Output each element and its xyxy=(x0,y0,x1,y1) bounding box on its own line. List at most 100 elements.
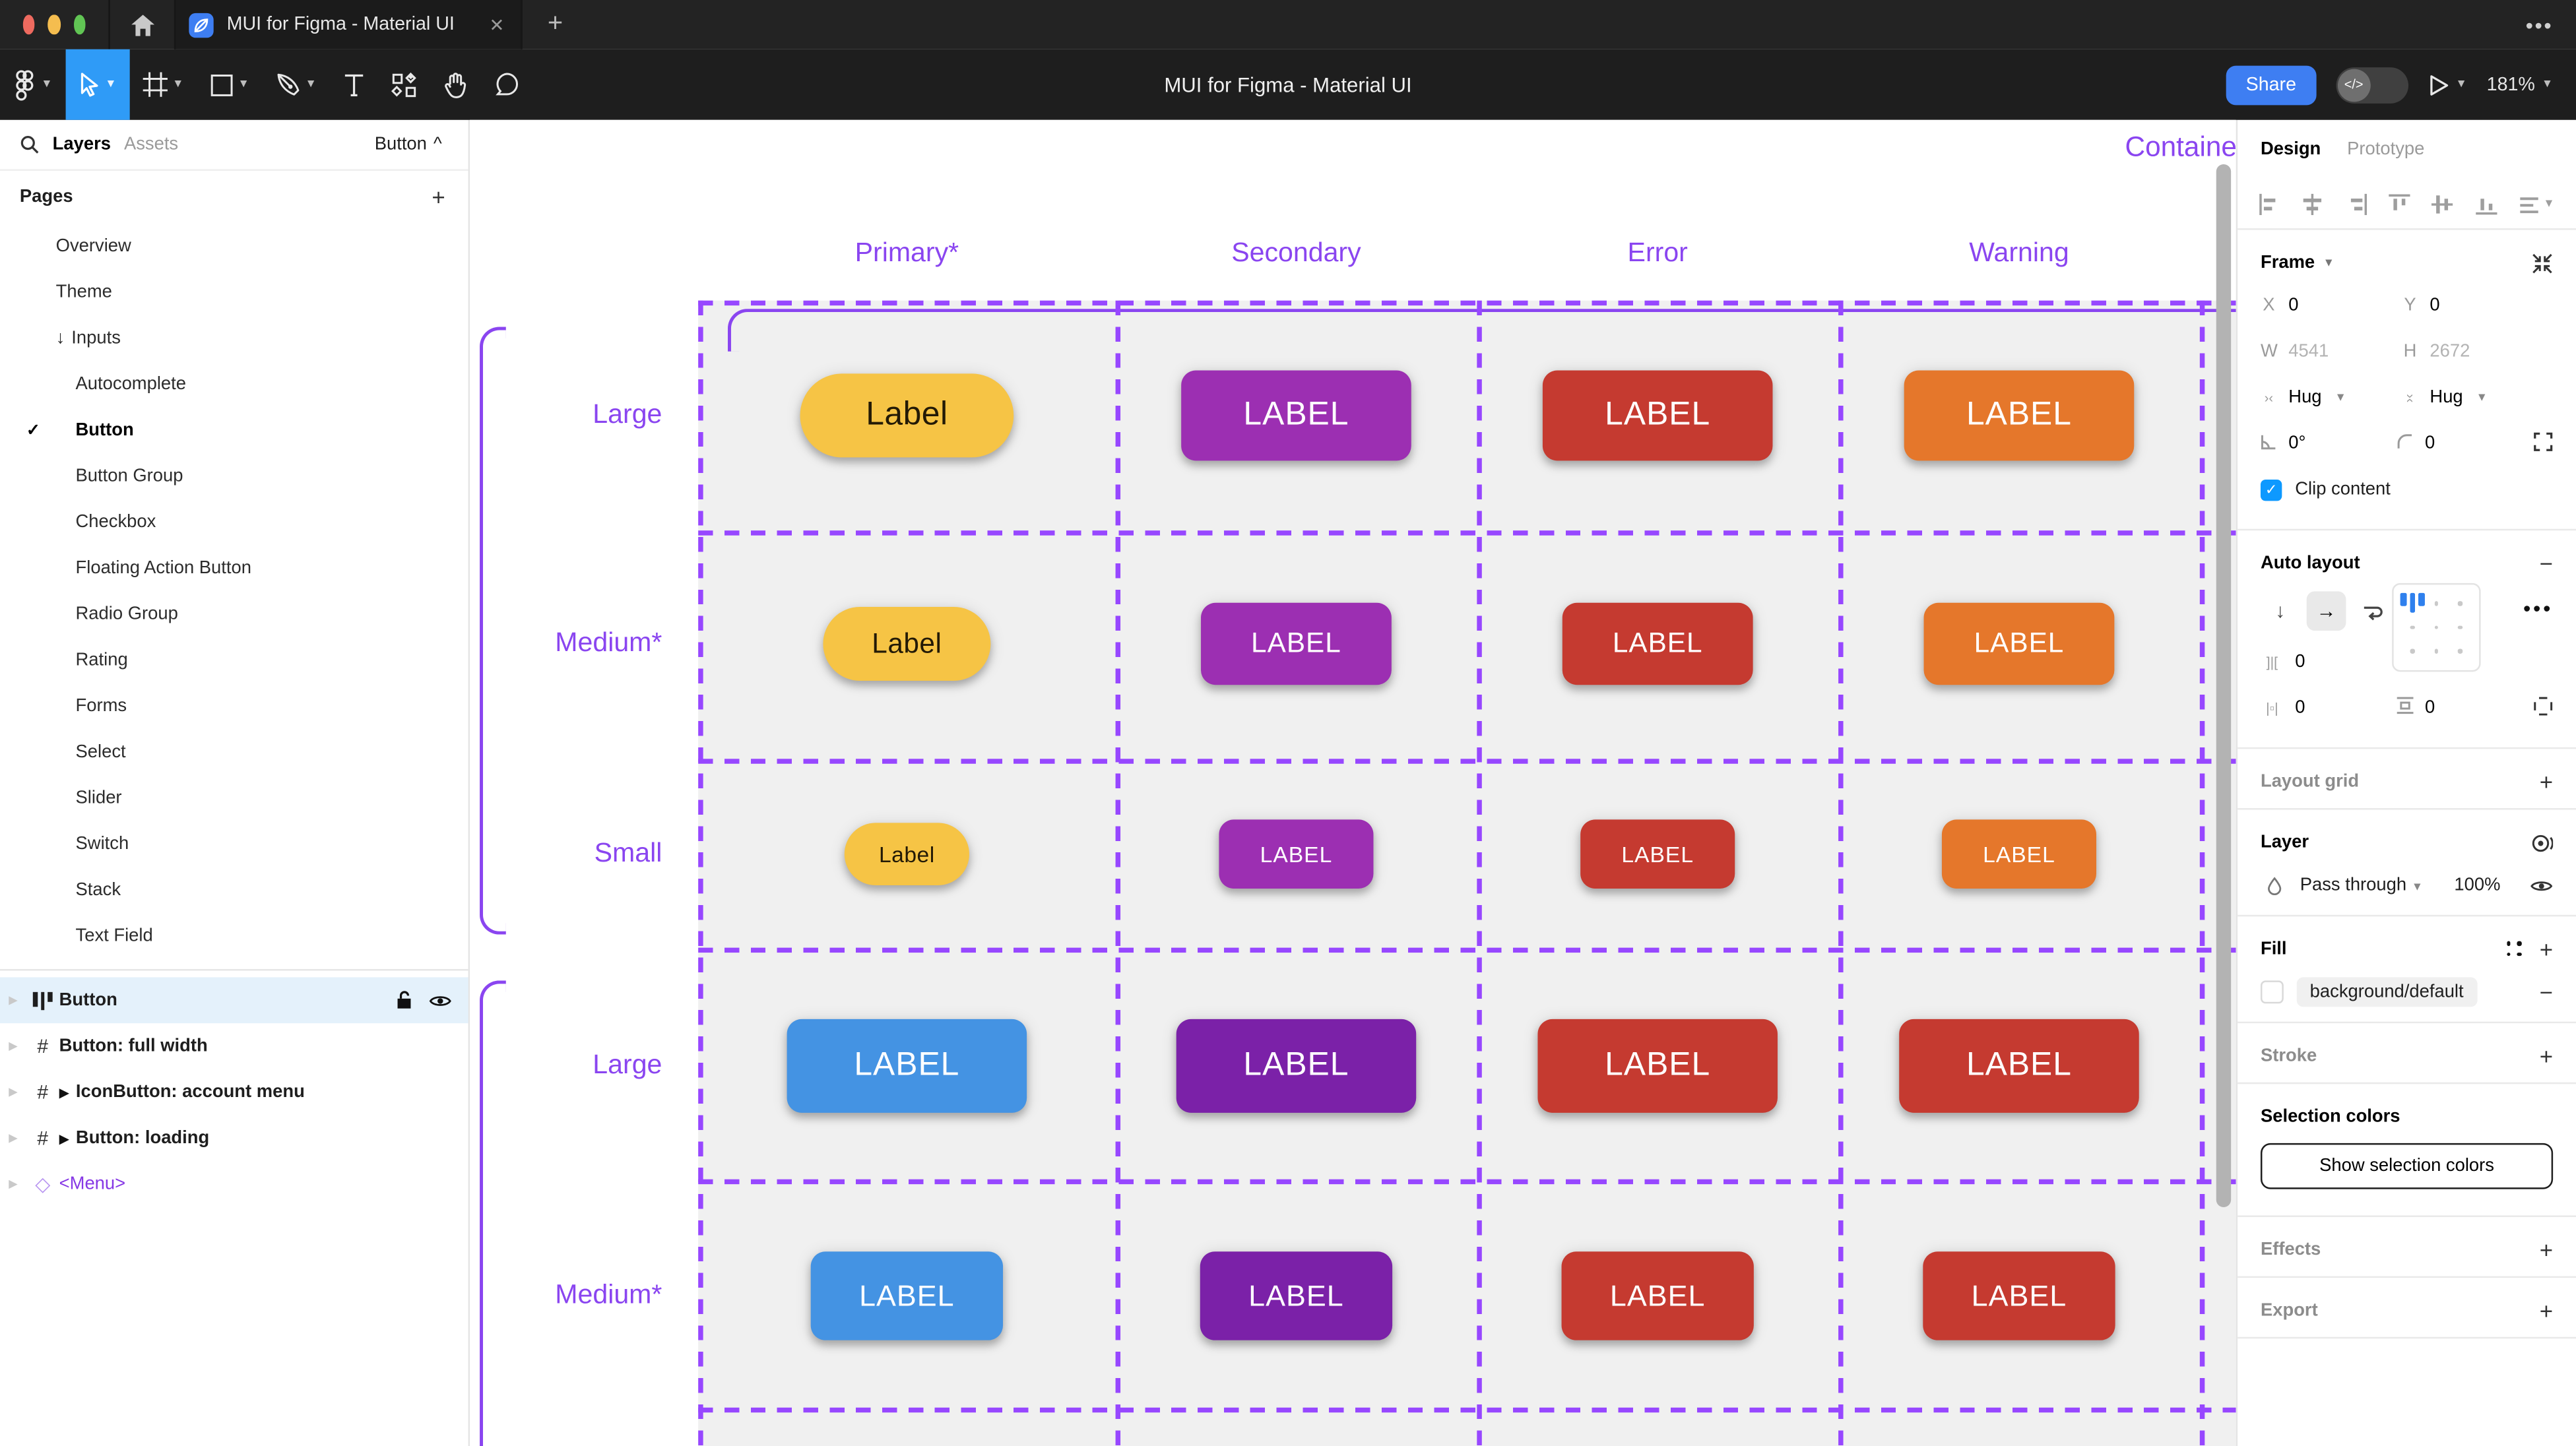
collapse-icon[interactable] xyxy=(2532,252,2553,273)
layer-opacity-field[interactable]: 100% xyxy=(2454,875,2500,895)
variant-button[interactable]: Label xyxy=(845,823,969,885)
add-export-button[interactable]: + xyxy=(2540,1298,2553,1324)
visibility-eye-icon[interactable] xyxy=(429,993,452,1007)
zoom-window-button[interactable] xyxy=(73,15,85,34)
direction-wrap-button[interactable] xyxy=(2352,591,2392,631)
add-layout-grid-button[interactable]: + xyxy=(2540,769,2553,795)
remove-auto-layout-button[interactable]: − xyxy=(2540,550,2553,577)
window-overflow-menu[interactable]: ••• xyxy=(2526,0,2576,49)
component-set-title[interactable]: Contained xyxy=(2125,131,2236,164)
direction-vertical-button[interactable]: ↓ xyxy=(2261,591,2300,631)
variant-button[interactable]: LABEL xyxy=(1537,1019,1778,1113)
add-effect-button[interactable]: + xyxy=(2540,1237,2553,1263)
close-window-button[interactable] xyxy=(23,15,35,34)
variant-button[interactable]: LABEL xyxy=(1219,819,1373,889)
variant-button[interactable]: Label xyxy=(823,607,990,681)
shape-tool-button[interactable]: ▼ xyxy=(197,49,262,120)
comment-tool-button[interactable] xyxy=(481,49,532,120)
layer-item--menu-[interactable]: ▶◇<Menu> xyxy=(0,1161,468,1207)
y-position-field[interactable]: Y 0 xyxy=(2402,296,2543,315)
tab-prototype[interactable]: Prototype xyxy=(2347,140,2424,160)
file-tab[interactable]: MUI for Figma - Material UI ✕ xyxy=(174,0,523,49)
page-item-autocomplete[interactable]: Autocomplete xyxy=(0,362,468,408)
show-selection-colors-button[interactable]: Show selection colors xyxy=(2261,1143,2553,1189)
page-item-text-field[interactable]: Text Field xyxy=(0,913,468,959)
variant-button[interactable]: LABEL xyxy=(1899,1019,2139,1113)
chevron-right-icon[interactable]: ▶ xyxy=(0,1086,26,1099)
variant-button[interactable]: LABEL xyxy=(1562,1251,1754,1340)
remove-fill-button[interactable]: − xyxy=(2540,979,2553,1005)
variant-button[interactable]: LABEL xyxy=(1580,819,1735,889)
zoom-menu[interactable]: 181% ▼ xyxy=(2487,75,2553,94)
auto-layout-alignment-box[interactable] xyxy=(2392,583,2480,672)
variant-button[interactable]: LABEL xyxy=(1543,370,1773,460)
styles-icon[interactable] xyxy=(2507,941,2523,958)
variant-button[interactable]: LABEL xyxy=(1923,1251,2115,1340)
chevron-right-icon[interactable]: ▶ xyxy=(0,1131,26,1145)
vertical-padding-field[interactable]: 0 xyxy=(2397,697,2534,720)
page-item-checkbox[interactable]: Checkbox xyxy=(0,499,468,546)
page-item-theme[interactable]: Theme xyxy=(0,269,468,315)
tab-close-icon[interactable]: ✕ xyxy=(486,14,507,35)
page-item-button[interactable]: ✓Button xyxy=(0,407,468,453)
page-item-stack[interactable]: Stack xyxy=(0,867,468,914)
hand-tool-button[interactable] xyxy=(430,49,481,120)
main-menu-button[interactable]: ▼ xyxy=(0,49,65,120)
variant-button[interactable]: LABEL xyxy=(1904,370,2135,460)
pen-tool-button[interactable]: ▼ xyxy=(263,49,330,120)
distribute-menu[interactable]: ▼ xyxy=(2519,193,2555,214)
page-item-button-group[interactable]: Button Group xyxy=(0,453,468,499)
layer-item-iconbutton-account-menu[interactable]: ▶#▶IconButton: account menu xyxy=(0,1069,468,1116)
align-vertical-center-icon[interactable] xyxy=(2432,193,2453,214)
vertical-resizing-select[interactable]: ›‹ Hug ▼ xyxy=(2402,388,2543,408)
visibility-eye-icon[interactable] xyxy=(2530,878,2553,893)
align-left-icon[interactable] xyxy=(2259,193,2280,214)
variant-button[interactable]: LABEL xyxy=(1562,603,1753,685)
variant-button[interactable]: LABEL xyxy=(1176,1019,1417,1113)
independent-corners-button[interactable] xyxy=(2533,431,2553,456)
horizontal-resizing-select[interactable]: ›‹ Hug ▼ xyxy=(2261,388,2402,408)
clip-content-row[interactable]: ✓ Clip content xyxy=(2261,466,2553,513)
page-item-radio-group[interactable]: Radio Group xyxy=(0,591,468,637)
dev-mode-toggle[interactable]: </> xyxy=(2336,67,2408,103)
height-field[interactable]: H 2672 xyxy=(2402,342,2543,362)
tab-layers[interactable]: Layers xyxy=(53,135,111,154)
page-item-select[interactable]: Select xyxy=(0,729,468,775)
fill-color-swatch[interactable] xyxy=(2261,980,2284,1003)
layer-item-button[interactable]: ▶Button xyxy=(0,977,468,1023)
present-button[interactable]: ▼ xyxy=(2428,73,2467,96)
add-stroke-button[interactable]: + xyxy=(2540,1043,2553,1069)
add-fill-button[interactable]: + xyxy=(2540,936,2553,962)
frame-tool-button[interactable]: ▼ xyxy=(129,49,197,120)
rotation-field[interactable]: 0° xyxy=(2261,433,2397,454)
chevron-right-icon[interactable]: ▶ xyxy=(0,1178,26,1191)
align-top-icon[interactable] xyxy=(2389,193,2410,214)
layer-item-button-full-width[interactable]: ▶#Button: full width xyxy=(0,1023,468,1069)
page-item-slider[interactable]: Slider xyxy=(0,775,468,821)
canvas-vertical-scrollbar[interactable] xyxy=(2216,164,2231,1207)
variant-button[interactable]: LABEL xyxy=(1942,819,2096,889)
item-spacing-field[interactable]: ]|[ 0 xyxy=(2261,652,2402,672)
canvas[interactable]: Contained Primary*SecondaryErrorWarning … xyxy=(470,120,2236,1446)
resources-tool-button[interactable] xyxy=(377,49,430,120)
chevron-right-icon[interactable]: ▶ xyxy=(0,993,26,1007)
fill-style-chip[interactable]: background/default xyxy=(2297,977,2477,1007)
unlock-icon[interactable] xyxy=(396,990,412,1010)
horizontal-padding-field[interactable]: |▫| 0 xyxy=(2261,698,2397,718)
variant-button[interactable]: LABEL xyxy=(787,1019,1027,1113)
home-button[interactable] xyxy=(108,0,174,49)
tab-design[interactable]: Design xyxy=(2261,140,2321,160)
page-item-forms[interactable]: Forms xyxy=(0,683,468,730)
page-item-switch[interactable]: Switch xyxy=(0,821,468,867)
blend-mode-select[interactable]: Pass through ▼ xyxy=(2300,875,2423,895)
align-right-icon[interactable] xyxy=(2346,193,2367,214)
variant-button[interactable]: LABEL xyxy=(1201,603,1392,685)
variant-button[interactable]: LABEL xyxy=(1200,1251,1392,1340)
variant-button[interactable]: LABEL xyxy=(1924,603,2115,685)
frame-section-header[interactable]: Frame ▼ xyxy=(2261,243,2553,282)
add-page-button[interactable]: + xyxy=(432,184,445,210)
variant-button[interactable]: Label xyxy=(800,373,1014,457)
blend-mode-icon[interactable] xyxy=(2532,832,2553,853)
page-item-rating[interactable]: Rating xyxy=(0,637,468,683)
minimize-window-button[interactable] xyxy=(48,15,60,34)
